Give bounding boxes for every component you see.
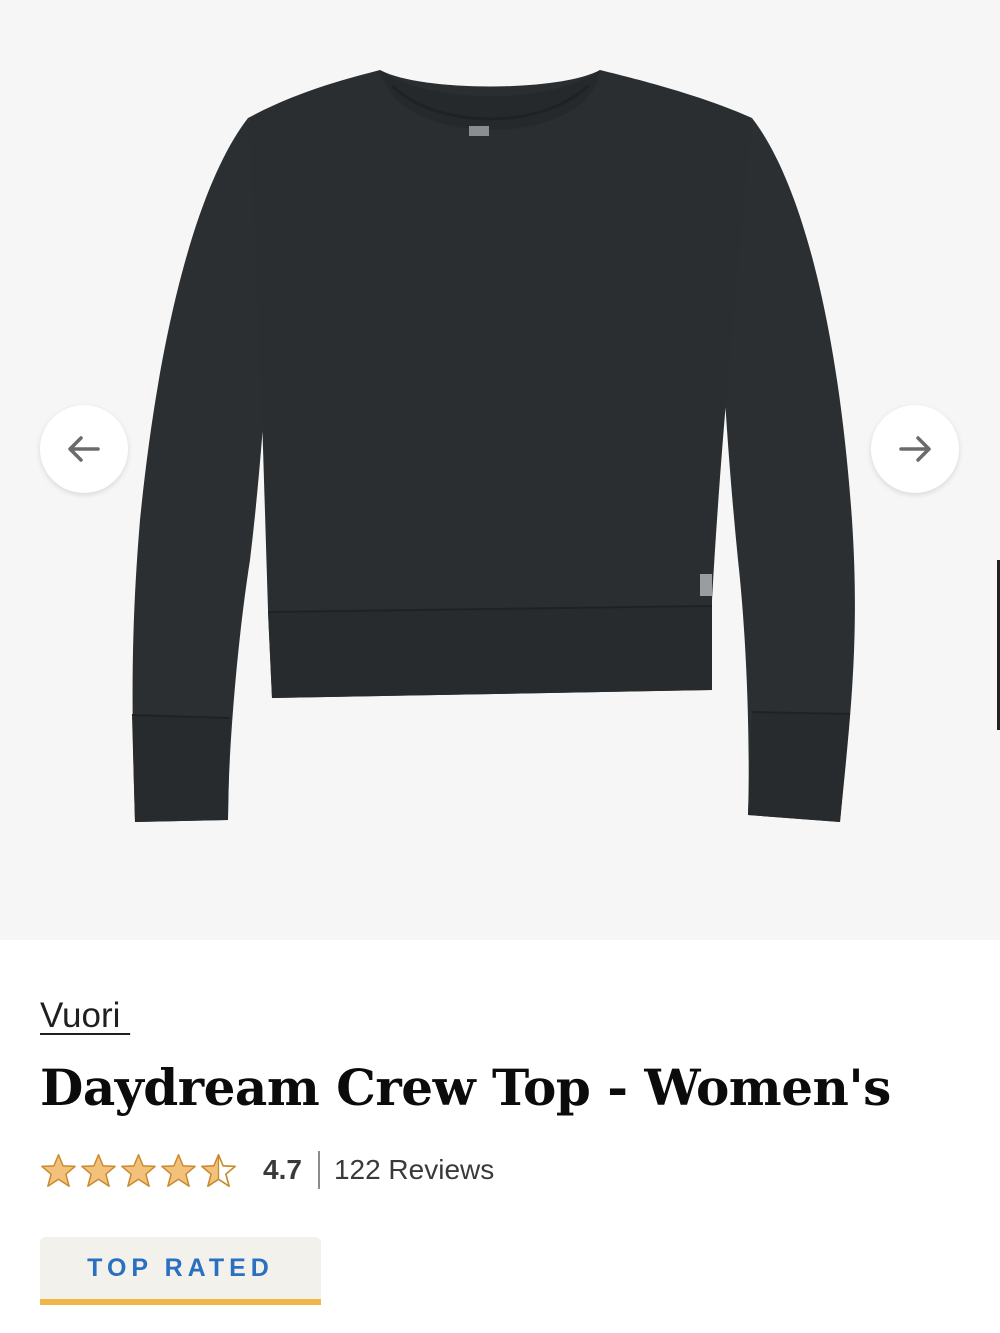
star-half-icon — [200, 1152, 237, 1189]
rating-summary: 4.7 122 Reviews — [40, 1148, 494, 1192]
star-full-icon — [40, 1152, 77, 1189]
reviews-link[interactable]: 122 Reviews — [334, 1154, 494, 1186]
next-image-button[interactable] — [871, 405, 959, 493]
star-full-icon — [160, 1152, 197, 1189]
product-image-gallery — [0, 0, 1000, 940]
arrow-right-icon — [899, 436, 931, 462]
product-image[interactable] — [0, 0, 1000, 940]
rating-value: 4.7 — [263, 1154, 302, 1185]
product-title: Daydream Crew Top - Women's — [40, 1058, 891, 1117]
previous-image-button[interactable] — [40, 405, 128, 493]
brand-link[interactable]: Vuori — [40, 996, 130, 1036]
arrow-left-icon — [68, 436, 100, 462]
star-full-icon — [80, 1152, 117, 1189]
star-full-icon — [120, 1152, 157, 1189]
badge-label: TOP RATED — [87, 1253, 274, 1282]
star-rating[interactable] — [40, 1152, 237, 1189]
rating-divider — [317, 1151, 320, 1189]
top-rated-badge: TOP RATED — [40, 1237, 321, 1305]
